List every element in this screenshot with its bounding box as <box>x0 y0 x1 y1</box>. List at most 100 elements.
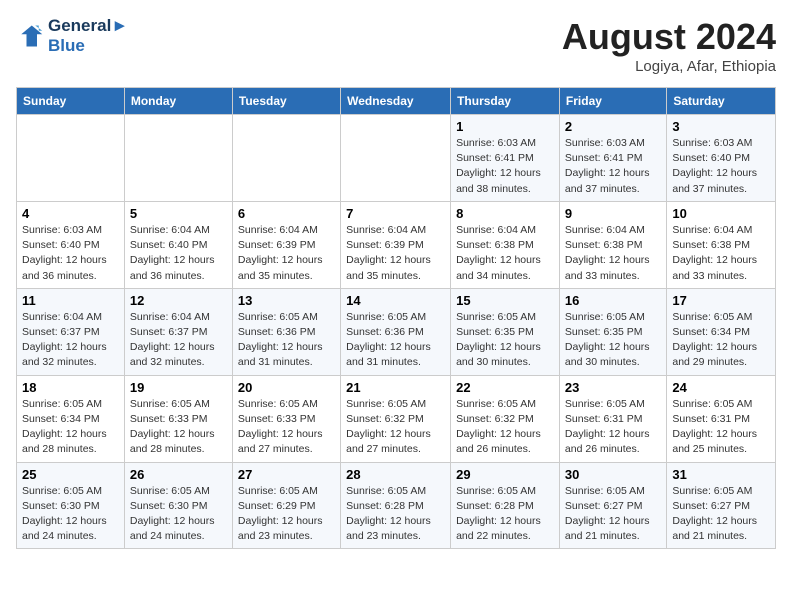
day-info: Sunrise: 6:04 AM Sunset: 6:40 PM Dayligh… <box>130 223 227 284</box>
calendar-cell: 24 Sunrise: 6:05 AM Sunset: 6:31 PM Dayli… <box>667 375 776 462</box>
calendar-cell <box>124 115 232 202</box>
day-info: Sunrise: 6:05 AM Sunset: 6:30 PM Dayligh… <box>130 484 227 545</box>
day-info: Sunrise: 6:04 AM Sunset: 6:38 PM Dayligh… <box>456 223 554 284</box>
calendar-week-row: 25 Sunrise: 6:05 AM Sunset: 6:30 PM Dayli… <box>17 462 776 549</box>
day-info: Sunrise: 6:04 AM Sunset: 6:39 PM Dayligh… <box>346 223 445 284</box>
calendar-cell <box>232 115 340 202</box>
day-of-week-header: Wednesday <box>341 88 451 115</box>
calendar-cell: 28 Sunrise: 6:05 AM Sunset: 6:28 PM Dayli… <box>341 462 451 549</box>
day-number: 14 <box>346 293 445 308</box>
day-info: Sunrise: 6:05 AM Sunset: 6:33 PM Dayligh… <box>238 397 335 458</box>
day-info: Sunrise: 6:05 AM Sunset: 6:36 PM Dayligh… <box>238 310 335 371</box>
day-of-week-header: Friday <box>559 88 666 115</box>
day-number: 22 <box>456 380 554 395</box>
day-number: 11 <box>22 293 119 308</box>
day-info: Sunrise: 6:05 AM Sunset: 6:32 PM Dayligh… <box>456 397 554 458</box>
calendar-cell <box>341 115 451 202</box>
day-info: Sunrise: 6:05 AM Sunset: 6:28 PM Dayligh… <box>456 484 554 545</box>
calendar-cell: 16 Sunrise: 6:05 AM Sunset: 6:35 PM Dayli… <box>559 288 666 375</box>
day-number: 24 <box>672 380 770 395</box>
day-info: Sunrise: 6:03 AM Sunset: 6:40 PM Dayligh… <box>22 223 119 284</box>
day-info: Sunrise: 6:04 AM Sunset: 6:38 PM Dayligh… <box>672 223 770 284</box>
day-info: Sunrise: 6:05 AM Sunset: 6:34 PM Dayligh… <box>672 310 770 371</box>
day-number: 25 <box>22 467 119 482</box>
calendar-cell: 10 Sunrise: 6:04 AM Sunset: 6:38 PM Dayli… <box>667 201 776 288</box>
day-info: Sunrise: 6:05 AM Sunset: 6:27 PM Dayligh… <box>565 484 661 545</box>
calendar-header-row: SundayMondayTuesdayWednesdayThursdayFrid… <box>17 88 776 115</box>
day-number: 16 <box>565 293 661 308</box>
day-info: Sunrise: 6:05 AM Sunset: 6:35 PM Dayligh… <box>456 310 554 371</box>
page-header: General► Blue August 2024 Logiya, Afar, … <box>16 16 776 75</box>
day-number: 3 <box>672 119 770 134</box>
calendar-cell: 13 Sunrise: 6:05 AM Sunset: 6:36 PM Dayli… <box>232 288 340 375</box>
calendar-cell: 1Sunrise: 6:03 AM Sunset: 6:41 PM Daylig… <box>451 115 560 202</box>
day-number: 26 <box>130 467 227 482</box>
day-info: Sunrise: 6:05 AM Sunset: 6:36 PM Dayligh… <box>346 310 445 371</box>
calendar-cell: 6 Sunrise: 6:04 AM Sunset: 6:39 PM Daylig… <box>232 201 340 288</box>
day-number: 4 <box>22 206 119 221</box>
calendar-cell: 7Sunrise: 6:04 AM Sunset: 6:39 PM Daylig… <box>341 201 451 288</box>
day-of-week-header: Tuesday <box>232 88 340 115</box>
calendar-cell: 3 Sunrise: 6:03 AM Sunset: 6:40 PM Daylig… <box>667 115 776 202</box>
day-info: Sunrise: 6:05 AM Sunset: 6:35 PM Dayligh… <box>565 310 661 371</box>
day-number: 31 <box>672 467 770 482</box>
day-info: Sunrise: 6:05 AM Sunset: 6:32 PM Dayligh… <box>346 397 445 458</box>
day-info: Sunrise: 6:05 AM Sunset: 6:33 PM Dayligh… <box>130 397 227 458</box>
day-number: 6 <box>238 206 335 221</box>
day-number: 28 <box>346 467 445 482</box>
calendar-cell: 19 Sunrise: 6:05 AM Sunset: 6:33 PM Dayli… <box>124 375 232 462</box>
day-number: 21 <box>346 380 445 395</box>
logo-text: General► Blue <box>48 16 128 56</box>
calendar-table: SundayMondayTuesdayWednesdayThursdayFrid… <box>16 87 776 549</box>
day-number: 13 <box>238 293 335 308</box>
day-info: Sunrise: 6:03 AM Sunset: 6:41 PM Dayligh… <box>456 136 554 197</box>
calendar-week-row: 11 Sunrise: 6:04 AM Sunset: 6:37 PM Dayli… <box>17 288 776 375</box>
day-of-week-header: Saturday <box>667 88 776 115</box>
logo: General► Blue <box>16 16 128 56</box>
calendar-week-row: 18Sunrise: 6:05 AM Sunset: 6:34 PM Dayli… <box>17 375 776 462</box>
calendar-cell: 14 Sunrise: 6:05 AM Sunset: 6:36 PM Dayli… <box>341 288 451 375</box>
day-number: 30 <box>565 467 661 482</box>
day-info: Sunrise: 6:05 AM Sunset: 6:28 PM Dayligh… <box>346 484 445 545</box>
calendar-cell: 29 Sunrise: 6:05 AM Sunset: 6:28 PM Dayli… <box>451 462 560 549</box>
calendar-cell: 25 Sunrise: 6:05 AM Sunset: 6:30 PM Dayli… <box>17 462 125 549</box>
day-info: Sunrise: 6:05 AM Sunset: 6:30 PM Dayligh… <box>22 484 119 545</box>
day-of-week-header: Thursday <box>451 88 560 115</box>
day-number: 12 <box>130 293 227 308</box>
day-number: 9 <box>565 206 661 221</box>
day-number: 27 <box>238 467 335 482</box>
day-number: 18 <box>22 380 119 395</box>
day-info: Sunrise: 6:03 AM Sunset: 6:41 PM Dayligh… <box>565 136 661 197</box>
calendar-cell: 26 Sunrise: 6:05 AM Sunset: 6:30 PM Dayli… <box>124 462 232 549</box>
day-of-week-header: Sunday <box>17 88 125 115</box>
title-block: August 2024 Logiya, Afar, Ethiopia <box>562 16 776 75</box>
calendar-cell: 23 Sunrise: 6:05 AM Sunset: 6:31 PM Dayli… <box>559 375 666 462</box>
day-info: Sunrise: 6:03 AM Sunset: 6:40 PM Dayligh… <box>672 136 770 197</box>
calendar-cell: 15Sunrise: 6:05 AM Sunset: 6:35 PM Dayli… <box>451 288 560 375</box>
day-info: Sunrise: 6:04 AM Sunset: 6:39 PM Dayligh… <box>238 223 335 284</box>
day-info: Sunrise: 6:05 AM Sunset: 6:31 PM Dayligh… <box>672 397 770 458</box>
day-number: 17 <box>672 293 770 308</box>
day-info: Sunrise: 6:04 AM Sunset: 6:37 PM Dayligh… <box>130 310 227 371</box>
calendar-cell: 22 Sunrise: 6:05 AM Sunset: 6:32 PM Dayli… <box>451 375 560 462</box>
calendar-cell: 20 Sunrise: 6:05 AM Sunset: 6:33 PM Dayli… <box>232 375 340 462</box>
calendar-cell: 31Sunrise: 6:05 AM Sunset: 6:27 PM Dayli… <box>667 462 776 549</box>
calendar-cell: 5 Sunrise: 6:04 AM Sunset: 6:40 PM Daylig… <box>124 201 232 288</box>
day-number: 20 <box>238 380 335 395</box>
calendar-cell: 4 Sunrise: 6:03 AM Sunset: 6:40 PM Daylig… <box>17 201 125 288</box>
calendar-cell <box>17 115 125 202</box>
day-info: Sunrise: 6:05 AM Sunset: 6:31 PM Dayligh… <box>565 397 661 458</box>
day-number: 23 <box>565 380 661 395</box>
calendar-cell: 8Sunrise: 6:04 AM Sunset: 6:38 PM Daylig… <box>451 201 560 288</box>
day-number: 19 <box>130 380 227 395</box>
calendar-week-row: 4 Sunrise: 6:03 AM Sunset: 6:40 PM Daylig… <box>17 201 776 288</box>
calendar-cell: 2Sunrise: 6:03 AM Sunset: 6:41 PM Daylig… <box>559 115 666 202</box>
calendar-cell: 17 Sunrise: 6:05 AM Sunset: 6:34 PM Dayli… <box>667 288 776 375</box>
month-title: August 2024 <box>562 16 776 58</box>
day-number: 29 <box>456 467 554 482</box>
location: Logiya, Afar, Ethiopia <box>562 58 776 75</box>
calendar-cell: 9Sunrise: 6:04 AM Sunset: 6:38 PM Daylig… <box>559 201 666 288</box>
day-number: 5 <box>130 206 227 221</box>
day-number: 10 <box>672 206 770 221</box>
calendar-cell: 30 Sunrise: 6:05 AM Sunset: 6:27 PM Dayli… <box>559 462 666 549</box>
